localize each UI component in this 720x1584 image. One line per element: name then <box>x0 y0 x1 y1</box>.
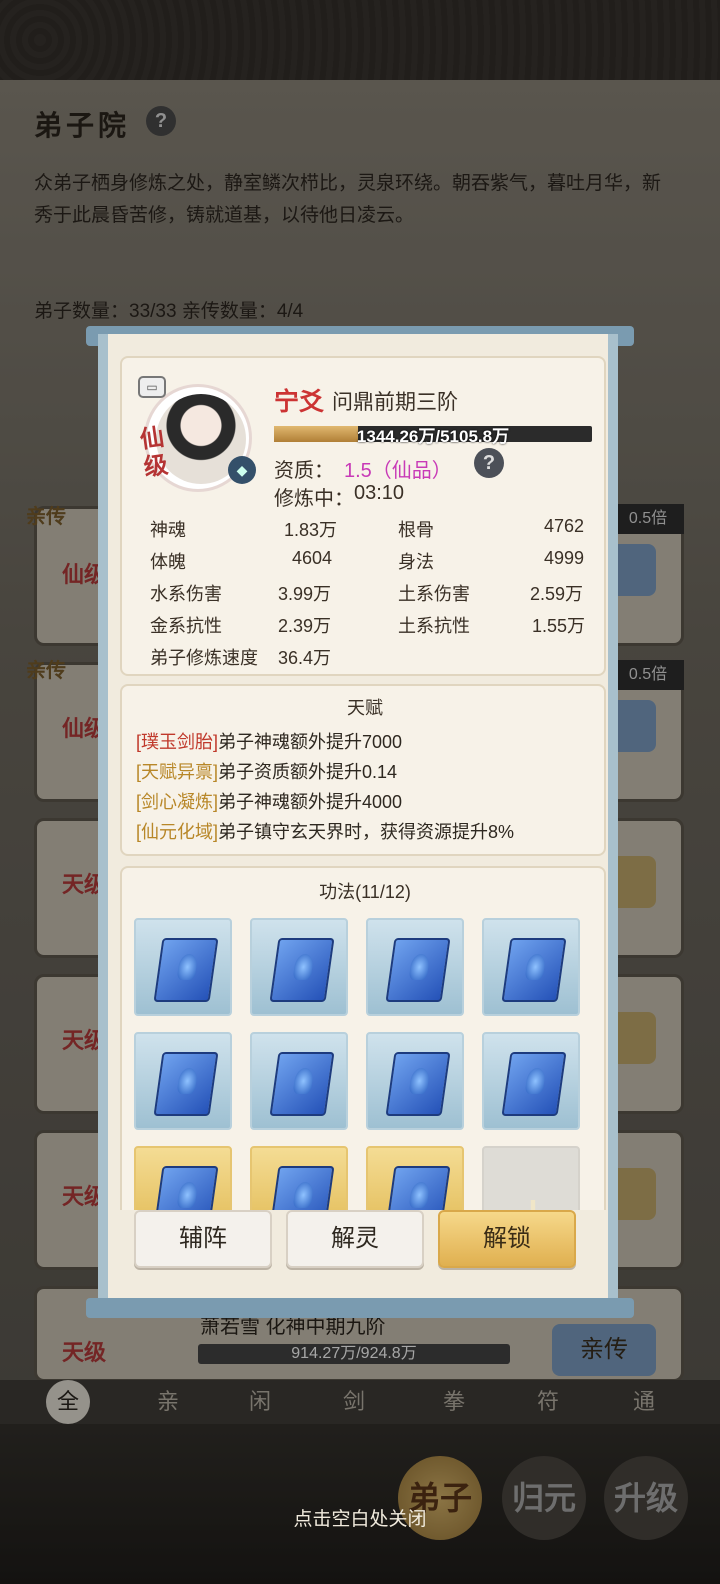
element-badge-icon: ◆ <box>228 456 256 484</box>
skill-book-icon <box>385 1052 451 1116</box>
rank-label: 仙级 <box>138 423 170 482</box>
stat-label: 体魄 <box>150 552 186 572</box>
stat-label: 金系抗性 <box>150 616 222 636</box>
disciple-name: 宁爻 <box>274 388 325 416</box>
formation-button[interactable]: 辅阵 <box>134 1210 272 1268</box>
talent-title: 天赋 <box>347 698 383 718</box>
stat-label: 土系伤害 <box>398 584 470 604</box>
stat-row: 水系伤害 3.99万 土系伤害 2.59万 <box>120 580 606 612</box>
skill-book-icon <box>153 938 219 1002</box>
stat-label: 土系抗性 <box>398 616 470 636</box>
skill-book-slot[interactable] <box>134 1032 232 1130</box>
release-button[interactable]: 解灵 <box>286 1210 424 1268</box>
talent-tag: [璞玉剑胎] <box>136 732 219 752</box>
talent-tag: [天赋异禀] <box>136 762 219 782</box>
skill-book-slot[interactable] <box>366 1032 464 1130</box>
stat-value: 4999 <box>544 548 585 568</box>
disciple-detail-panel: ◆ ▭ 仙级 宁爻 问鼎前期三阶 1344.26万/5105.8万 资质： 1.… <box>98 334 618 1312</box>
skill-book-icon <box>501 1052 567 1116</box>
skill-book-slot[interactable] <box>482 918 580 1016</box>
stat-row: 弟子修炼速度 36.4万 <box>120 644 606 670</box>
unlock-button[interactable]: 解锁 <box>438 1210 576 1268</box>
stat-value: 2.59万 <box>530 584 584 604</box>
skill-book-slot[interactable] <box>134 918 232 1016</box>
talent-section: 天赋 [璞玉剑胎]弟子神魂额外提升7000 [天赋异禀]弟子资质额外提升0.14… <box>120 684 606 856</box>
skill-book-icon <box>153 1052 219 1116</box>
talent-text: 弟子神魂额外提升4000 <box>218 792 403 812</box>
stat-row: 神魂 1.83万 根骨 4762 <box>120 516 606 548</box>
skill-book-slot[interactable] <box>250 1032 348 1130</box>
disciple-realm: 问鼎前期三阶 <box>332 391 458 414</box>
skill-book-icon <box>385 938 451 1002</box>
talent-tag: [仙元化域] <box>136 822 219 842</box>
stat-row: 金系抗性 2.39万 土系抗性 1.55万 <box>120 612 606 644</box>
close-hint: 点击空白处关闭 <box>293 1509 427 1530</box>
stat-value: 4604 <box>292 548 333 568</box>
stat-value: 2.39万 <box>278 616 332 636</box>
stat-value: 1.83万 <box>284 520 338 540</box>
talent-item: [天赋异禀]弟子资质额外提升0.14 <box>136 758 397 784</box>
stat-row: 体魄 4604 身法 4999 <box>120 548 606 580</box>
rank-tag-icon: ▭ <box>138 376 166 398</box>
stat-value: 4762 <box>544 516 585 536</box>
stat-label: 神魂 <box>150 520 186 540</box>
skill-book-icon <box>269 1052 335 1116</box>
talent-item: [剑心凝炼]弟子神魂额外提升4000 <box>136 788 402 814</box>
action-bar: 辅阵 解灵 解锁 <box>108 1210 608 1290</box>
stat-value: 36.4万 <box>278 648 332 668</box>
stat-label: 身法 <box>398 552 434 572</box>
skill-book-slot[interactable] <box>250 918 348 1016</box>
talent-item: [璞玉剑胎]弟子神魂额外提升7000 <box>136 728 402 754</box>
status-timer: 03:10 <box>354 482 405 504</box>
skill-book-slot[interactable] <box>482 1032 580 1130</box>
stat-label: 根骨 <box>398 520 434 540</box>
talent-text: 弟子镇守玄天界时，获得资源提升8% <box>218 822 515 842</box>
stats-table: 神魂 1.83万 根骨 4762 体魄 4604 身法 4999 水系伤害 3.… <box>120 510 606 670</box>
skill-book-slot[interactable] <box>366 918 464 1016</box>
talent-item: [仙元化域]弟子镇守玄天界时，获得资源提升8% <box>136 818 514 844</box>
skills-section: 功法(11/12) + <box>120 866 606 1246</box>
stat-value: 1.55万 <box>532 616 586 636</box>
aptitude-value: 1.5（仙品） <box>344 460 452 482</box>
talent-text: 弟子资质额外提升0.14 <box>218 762 398 782</box>
xp-text: 1344.26万/5105.8万 <box>356 427 510 446</box>
stat-value: 3.99万 <box>278 584 332 604</box>
scroll-rod-bottom <box>86 1298 634 1318</box>
skills-title: 功法(11/12) <box>319 882 411 902</box>
aptitude-label: 资质： <box>274 460 334 482</box>
talent-text: 弟子神魂额外提升7000 <box>218 732 403 752</box>
talent-tag: [剑心凝炼] <box>136 792 219 812</box>
skill-book-icon <box>269 938 335 1002</box>
aptitude-help-icon[interactable]: ? <box>474 448 504 478</box>
stat-label: 水系伤害 <box>150 584 222 604</box>
skill-book-icon <box>501 938 567 1002</box>
status-label: 修炼中： <box>274 488 354 510</box>
stat-label: 弟子修炼速度 <box>150 648 258 668</box>
